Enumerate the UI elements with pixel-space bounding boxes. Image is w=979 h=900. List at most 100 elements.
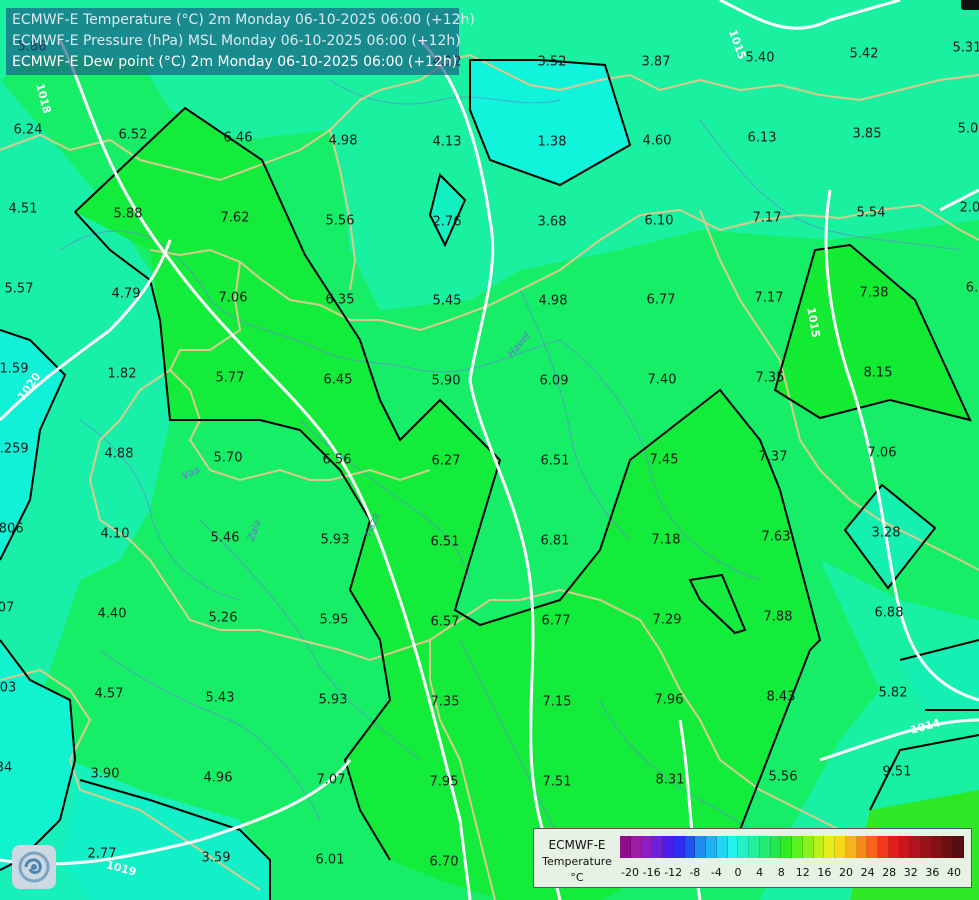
station-value: 5.90	[431, 373, 461, 389]
legend-color-cell	[620, 836, 631, 858]
station-value: 5.82	[878, 685, 908, 701]
station-value: 6.13	[747, 130, 777, 146]
legend-color-cell	[845, 836, 857, 858]
station-value: 5.95	[319, 612, 349, 628]
station-value: .07	[0, 600, 15, 616]
legend-color-cell	[727, 836, 739, 858]
station-value: 4.10	[100, 526, 130, 542]
station-value: 5.45	[432, 293, 462, 309]
legend-tick-label: -20	[621, 866, 639, 879]
station-value: 9.51	[882, 764, 912, 780]
station-value: 5.43	[205, 690, 235, 706]
legend-color-cell	[641, 836, 653, 858]
station-value: 6.51	[430, 534, 460, 550]
close-icon[interactable]	[961, 0, 979, 10]
station-value: 8.15	[863, 365, 893, 381]
legend-color-cell	[899, 836, 911, 858]
station-value: 8.43	[766, 689, 796, 705]
legend-color-cell	[878, 836, 889, 858]
station-value: 3.59	[201, 850, 231, 866]
station-value: 6.45	[323, 372, 353, 388]
station-value: 7.96	[654, 692, 684, 708]
station-value: 5.46	[210, 530, 240, 546]
app-logo-icon[interactable]	[12, 845, 56, 889]
legend-model: ECMWF-E	[548, 838, 606, 852]
station-value: 1.82	[107, 366, 137, 382]
station-value: 2.0	[959, 200, 979, 216]
station-value: 5.31	[952, 40, 979, 56]
legend-tick-label: -16	[642, 866, 661, 879]
legend-tick-label: -8	[689, 866, 701, 879]
legend-color-cell	[953, 836, 964, 858]
station-value: 7.38	[859, 285, 889, 301]
station-value: 1.259	[0, 441, 29, 457]
station-value: 7.35	[755, 370, 785, 386]
station-value: 3.28	[871, 525, 901, 541]
station-value: 7.06	[867, 445, 897, 461]
legend-color-cell	[716, 836, 728, 858]
legend-color-cell	[673, 836, 685, 858]
station-value: 6.46	[223, 130, 253, 146]
legend-color-cell	[749, 836, 760, 858]
legend-tick-label: 36	[925, 866, 940, 879]
station-value: 5.56	[768, 769, 798, 785]
legend-color-cell	[856, 836, 868, 858]
legend-color-cell	[684, 836, 696, 858]
station-value: 7.95	[429, 774, 459, 790]
pressure-title[interactable]: ECMWF-E Pressure (hPa) MSL Monday 06-10-…	[12, 31, 461, 52]
station-value: .03	[0, 680, 17, 696]
station-value: 6.09	[539, 373, 569, 389]
legend-tick-label: 16	[817, 866, 832, 879]
legend-color-cell	[770, 836, 782, 858]
temperature-title[interactable]: ECMWF-E Temperature (°C) 2m Monday 06-10…	[12, 10, 475, 31]
station-value: 7.40	[647, 372, 677, 388]
station-value: 0.806	[0, 521, 24, 537]
station-value: 4.51	[8, 201, 38, 217]
station-value: 5.42	[849, 46, 879, 62]
station-value: 4.13	[432, 134, 462, 150]
station-value: 3.87	[641, 54, 671, 70]
legend-color-cell	[942, 836, 954, 858]
station-value: 6.77	[646, 292, 676, 308]
station-value: 6.10	[644, 213, 674, 229]
station-value: 7.18	[651, 532, 681, 548]
station-value: 7.17	[752, 210, 782, 226]
legend-color-cell	[695, 836, 706, 858]
station-value: 7.37	[758, 449, 788, 465]
legend-tick-label: 32	[903, 866, 918, 879]
station-value: 6.24	[13, 122, 43, 138]
station-value: 8.31	[655, 772, 685, 788]
station-value: 4.96	[203, 770, 233, 786]
legend-color-cell	[931, 836, 943, 858]
station-value: 7.17	[754, 290, 784, 306]
dewpoint-title[interactable]: ECMWF-E Dew point (°C) 2m Monday 06-10-2…	[12, 52, 459, 73]
station-value: 7.51	[542, 774, 572, 790]
station-value: 5.54	[856, 205, 886, 221]
station-value: 6.01	[315, 852, 345, 868]
station-value: 6.	[965, 280, 979, 296]
legend-color-cell	[738, 836, 749, 858]
station-value: 7.15	[542, 694, 572, 710]
station-value: 7.29	[652, 612, 682, 628]
legend-tick-label: -12	[664, 866, 683, 879]
station-value: 7.62	[220, 210, 250, 226]
station-value: 4.79	[111, 286, 141, 302]
station-value: 7.45	[649, 452, 679, 468]
legend-color-cell	[867, 836, 878, 858]
station-value: 6.88	[874, 605, 904, 621]
station-value: 4.57	[94, 686, 124, 702]
legend-color-cell	[802, 836, 814, 858]
legend-color-bar	[620, 836, 964, 858]
station-value: 5.77	[215, 370, 245, 386]
station-value: 6.81	[540, 533, 570, 549]
legend-tick-label: 8	[777, 866, 785, 879]
legend-color-cell	[706, 836, 717, 858]
legend-ticks: -20 -16 -12 -8 -4 0 4 8 12 16 20 24 28 32 36 40	[620, 866, 964, 880]
station-value: 1.38	[537, 134, 567, 150]
station-value: 1.59	[0, 361, 29, 377]
station-value: 6.27	[431, 453, 461, 469]
legend-color-cell	[835, 836, 846, 858]
legend-color-cell	[888, 836, 900, 858]
weather-map[interactable]: 5.864.123.523.875.405.425.316.246.526.46…	[0, 0, 979, 900]
legend-tick-label: 20	[839, 866, 853, 879]
